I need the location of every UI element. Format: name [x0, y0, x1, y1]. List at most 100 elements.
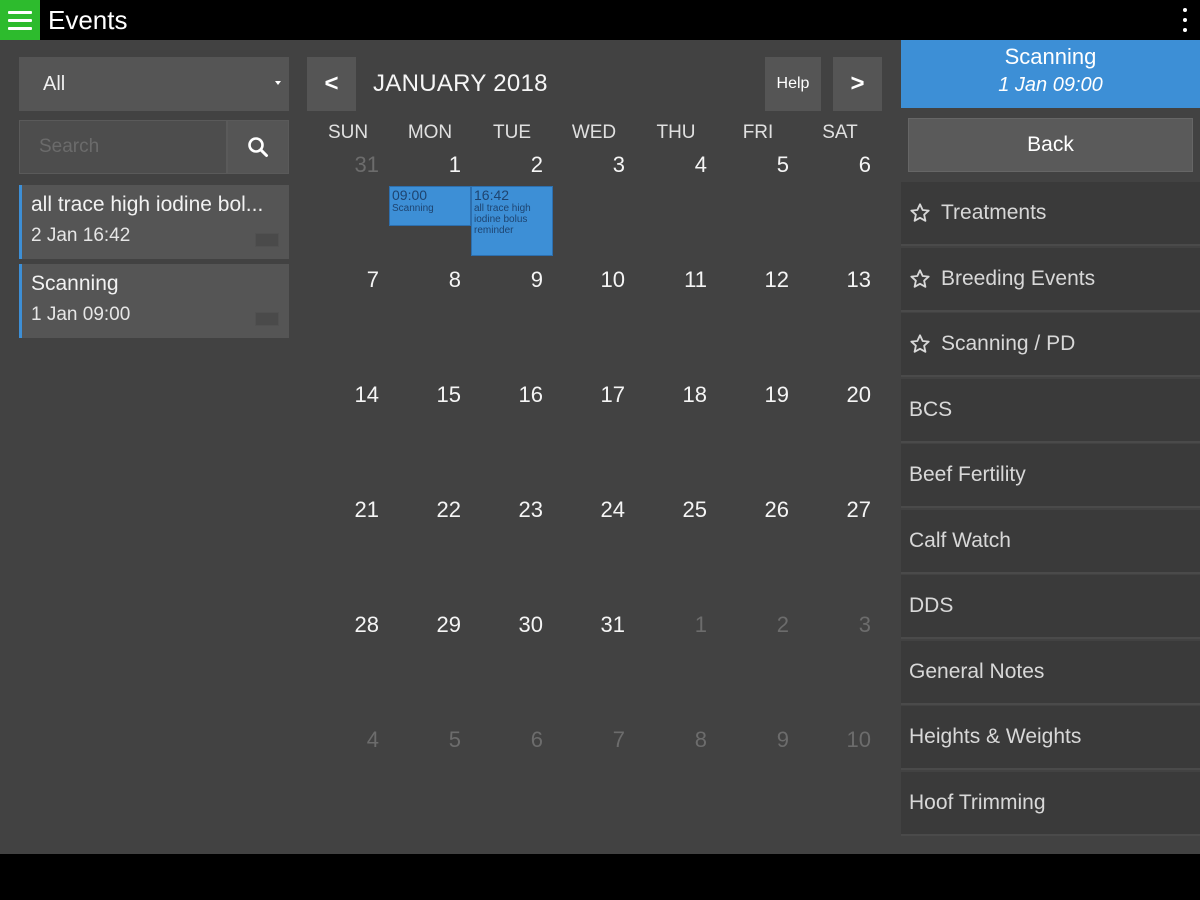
- calendar-day[interactable]: 7: [319, 267, 379, 293]
- selected-event-title: Scanning: [1004, 44, 1097, 69]
- calendar-day[interactable]: 4: [319, 727, 379, 753]
- prev-month-button[interactable]: <: [307, 57, 356, 111]
- calendar-day[interactable]: 29: [401, 612, 461, 638]
- calendar-day[interactable]: 9: [729, 727, 789, 753]
- calendar-day[interactable]: 8: [647, 727, 707, 753]
- calendar-day[interactable]: 12: [729, 267, 789, 293]
- weekday-header: MON: [407, 122, 453, 143]
- search-input[interactable]: [19, 120, 227, 174]
- search-button[interactable]: [227, 120, 289, 174]
- calendar-day[interactable]: 5: [401, 727, 461, 753]
- month-title: JANUARY 2018: [373, 70, 548, 97]
- calendar-day[interactable]: 30: [483, 612, 543, 638]
- weekday-header: FRI: [742, 122, 774, 143]
- category-item[interactable]: Treatments: [901, 182, 1200, 246]
- calendar-day[interactable]: 11: [647, 267, 707, 293]
- calendar-day[interactable]: 10: [811, 727, 871, 753]
- calendar-day[interactable]: 17: [565, 382, 625, 408]
- category-label: Scanning / PD: [941, 332, 1076, 355]
- calendar-day[interactable]: 4: [647, 152, 707, 178]
- calendar-day[interactable]: 27: [811, 497, 871, 523]
- category-item[interactable]: Calf Watch: [901, 509, 1200, 574]
- category-label: DDS: [909, 594, 954, 617]
- event-list-item[interactable]: Scanning 1 Jan 09:00: [19, 264, 289, 338]
- calendar-event-name: Scanning: [392, 203, 434, 215]
- calendar-day[interactable]: 3: [565, 152, 625, 178]
- event-item-title: all trace high iodine bol...: [31, 193, 264, 216]
- calendar-event[interactable]: 16:42 all trace high iodine bolus remind…: [471, 186, 553, 256]
- category-item[interactable]: Hoof Trimming: [901, 771, 1200, 836]
- calendar-day[interactable]: 2: [483, 152, 543, 178]
- event-type-icon: [255, 312, 279, 326]
- calendar-day[interactable]: 31: [319, 152, 379, 178]
- category-label: Calf Watch: [909, 528, 1011, 552]
- event-filter-dropdown[interactable]: All: [19, 57, 289, 111]
- selected-event-time: 1 Jan 09:00: [998, 74, 1103, 96]
- help-button[interactable]: Help: [765, 57, 821, 111]
- category-label: Treatments: [941, 201, 1047, 224]
- category-label: Hoof Trimming: [909, 790, 1046, 814]
- calendar-day[interactable]: 19: [729, 382, 789, 408]
- dropdown-caret-icon: [275, 81, 281, 85]
- calendar-day[interactable]: 6: [483, 727, 543, 753]
- calendar-day[interactable]: 21: [319, 497, 379, 523]
- weekday-header: WED: [571, 122, 617, 143]
- weekday-header: TUE: [493, 122, 531, 143]
- calendar-day[interactable]: 8: [401, 267, 461, 293]
- calendar-day[interactable]: 1: [401, 152, 461, 178]
- calendar-day[interactable]: 20: [811, 382, 871, 408]
- category-item[interactable]: Heights & Weights: [901, 706, 1200, 770]
- search-icon: [248, 137, 268, 157]
- category-label: BCS: [909, 397, 953, 421]
- weekday-header: THU: [656, 122, 696, 143]
- event-list-item[interactable]: all trace high iodine bol... 2 Jan 16:42: [19, 185, 289, 259]
- category-item[interactable]: Scanning / PD: [901, 313, 1200, 377]
- calendar-day[interactable]: 10: [565, 267, 625, 293]
- category-item[interactable]: BCS: [901, 378, 1200, 443]
- calendar-event-time: 16:42: [474, 187, 510, 203]
- star-icon[interactable]: [909, 268, 931, 290]
- calendar-day[interactable]: 23: [483, 497, 543, 523]
- star-icon[interactable]: [909, 202, 931, 224]
- category-item[interactable]: Breeding Events: [901, 247, 1200, 312]
- main-area: All all trace high iodine bol... 2 Jan 1…: [0, 40, 1200, 854]
- calendar-day[interactable]: 15: [401, 382, 461, 408]
- category-item[interactable]: DDS: [901, 575, 1200, 639]
- back-button[interactable]: Back: [908, 118, 1193, 172]
- category-label: Beef Fertility: [909, 463, 1026, 486]
- calendar-event[interactable]: 09:00 Scanning: [389, 186, 471, 226]
- weekday-header: SAT: [822, 122, 858, 143]
- category-item[interactable]: Beef Fertility: [901, 444, 1200, 508]
- selected-event-header[interactable]: Scanning 1 Jan 09:00: [901, 40, 1200, 108]
- category-item[interactable]: General Notes: [901, 640, 1200, 705]
- app-title: Events: [48, 5, 128, 35]
- calendar-day[interactable]: 5: [729, 152, 789, 178]
- event-item-title: Scanning: [31, 272, 119, 295]
- calendar-day[interactable]: 13: [811, 267, 871, 293]
- calendar-day[interactable]: 26: [729, 497, 789, 523]
- calendar-day[interactable]: 1: [647, 612, 707, 638]
- category-label: Breeding Events: [941, 266, 1096, 290]
- event-type-icon: [255, 233, 279, 247]
- next-month-button[interactable]: >: [833, 57, 882, 111]
- category-label: General Notes: [909, 659, 1045, 683]
- calendar-day[interactable]: 28: [319, 612, 379, 638]
- calendar-day[interactable]: 2: [729, 612, 789, 638]
- hamburger-menu-icon[interactable]: [0, 0, 40, 40]
- calendar-day[interactable]: 3: [811, 612, 871, 638]
- calendar-day[interactable]: 25: [647, 497, 707, 523]
- calendar-day[interactable]: 9: [483, 267, 543, 293]
- calendar-day[interactable]: 22: [401, 497, 461, 523]
- bottom-bar: [0, 854, 1200, 900]
- calendar-day[interactable]: 18: [647, 382, 707, 408]
- calendar-day[interactable]: 31: [565, 612, 625, 638]
- star-icon[interactable]: [909, 333, 931, 355]
- calendar-day[interactable]: 7: [565, 727, 625, 753]
- calendar-day[interactable]: 14: [319, 382, 379, 408]
- event-item-time: 2 Jan 16:42: [31, 225, 131, 246]
- calendar-day[interactable]: 16: [483, 382, 543, 408]
- filter-selected-value: All: [43, 72, 66, 95]
- calendar-day[interactable]: 6: [811, 152, 871, 178]
- calendar-day[interactable]: 24: [565, 497, 625, 523]
- overflow-menu-icon[interactable]: [1180, 8, 1190, 32]
